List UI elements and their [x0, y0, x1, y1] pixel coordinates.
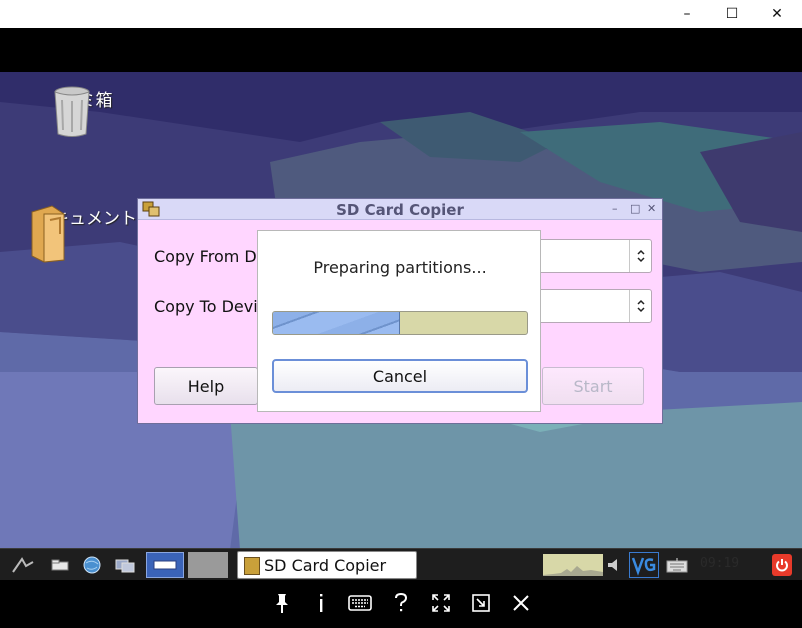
remote-screen[interactable]: ゴミ箱 ドキュメント SD Card Copier –	[0, 28, 802, 580]
cpu-monitor	[543, 554, 603, 576]
taskbar: SD Card Copier 09:19	[0, 548, 802, 580]
menu-icon[interactable]	[10, 553, 36, 577]
sd-minimize-button[interactable]: –	[612, 202, 618, 215]
sd-window-titlebar[interactable]: SD Card Copier – □ ✕	[138, 199, 662, 220]
outer-titlebar: – ☐ ✕	[0, 0, 802, 28]
sd-maximize-button[interactable]: □	[630, 202, 640, 215]
desktop-icon-trash[interactable]: ゴミ箱	[52, 86, 122, 137]
power-icon[interactable]	[772, 554, 792, 576]
desktop-icon-documents[interactable]: ドキュメント	[26, 204, 146, 263]
workspace-2[interactable]	[188, 552, 228, 578]
keyboard-icon[interactable]	[664, 553, 690, 577]
info-icon[interactable]	[307, 590, 335, 616]
file-manager-icon[interactable]	[48, 553, 72, 577]
cancel-button[interactable]: Cancel	[272, 359, 528, 393]
sd-close-button[interactable]: ✕	[647, 202, 656, 215]
workspace-1[interactable]	[146, 552, 184, 578]
show-desktop-icon[interactable]	[112, 553, 138, 577]
select-chevron-icon	[629, 240, 651, 272]
trash-can-icon	[54, 86, 90, 137]
start-button[interactable]: Start	[542, 367, 644, 405]
volume-icon[interactable]	[604, 553, 626, 577]
close-button[interactable]: ✕	[762, 4, 792, 24]
scale-icon[interactable]	[467, 590, 495, 616]
taskbar-task-label: SD Card Copier	[264, 555, 387, 575]
help-button[interactable]: Help	[154, 367, 258, 405]
vnc-toolbar	[0, 580, 802, 628]
fullscreen-icon[interactable]	[427, 590, 455, 616]
folder-documents-icon	[31, 205, 65, 263]
maximize-button[interactable]: ☐	[717, 4, 747, 24]
keyboard-icon[interactable]	[346, 590, 374, 616]
help-icon[interactable]	[387, 590, 415, 616]
progress-bar-fill	[273, 312, 400, 334]
minimize-button[interactable]: –	[672, 4, 702, 24]
browser-globe-icon[interactable]	[80, 553, 104, 577]
taskbar-sd-card-copier[interactable]: SD Card Copier	[237, 551, 417, 579]
progress-message: Preparing partitions...	[313, 258, 487, 277]
pin-icon[interactable]	[268, 590, 296, 616]
clock: 09:19	[700, 556, 740, 571]
sd-window-title: SD Card Copier	[336, 201, 464, 219]
app-icon	[244, 557, 260, 575]
copy-from-label: Copy From D	[154, 247, 257, 266]
progress-dialog: Preparing partitions... Cancel	[257, 230, 541, 412]
progress-bar	[272, 311, 528, 335]
select-chevron-icon	[629, 290, 651, 322]
disconnect-icon[interactable]	[507, 590, 535, 616]
vnc-viewer-window: – ☐ ✕ ドキュメント SD Card Copier – □ ✕ Copy F…	[0, 0, 802, 628]
vnc-status-icon[interactable]	[629, 552, 659, 578]
copy-to-label: Copy To Devi	[154, 297, 258, 316]
